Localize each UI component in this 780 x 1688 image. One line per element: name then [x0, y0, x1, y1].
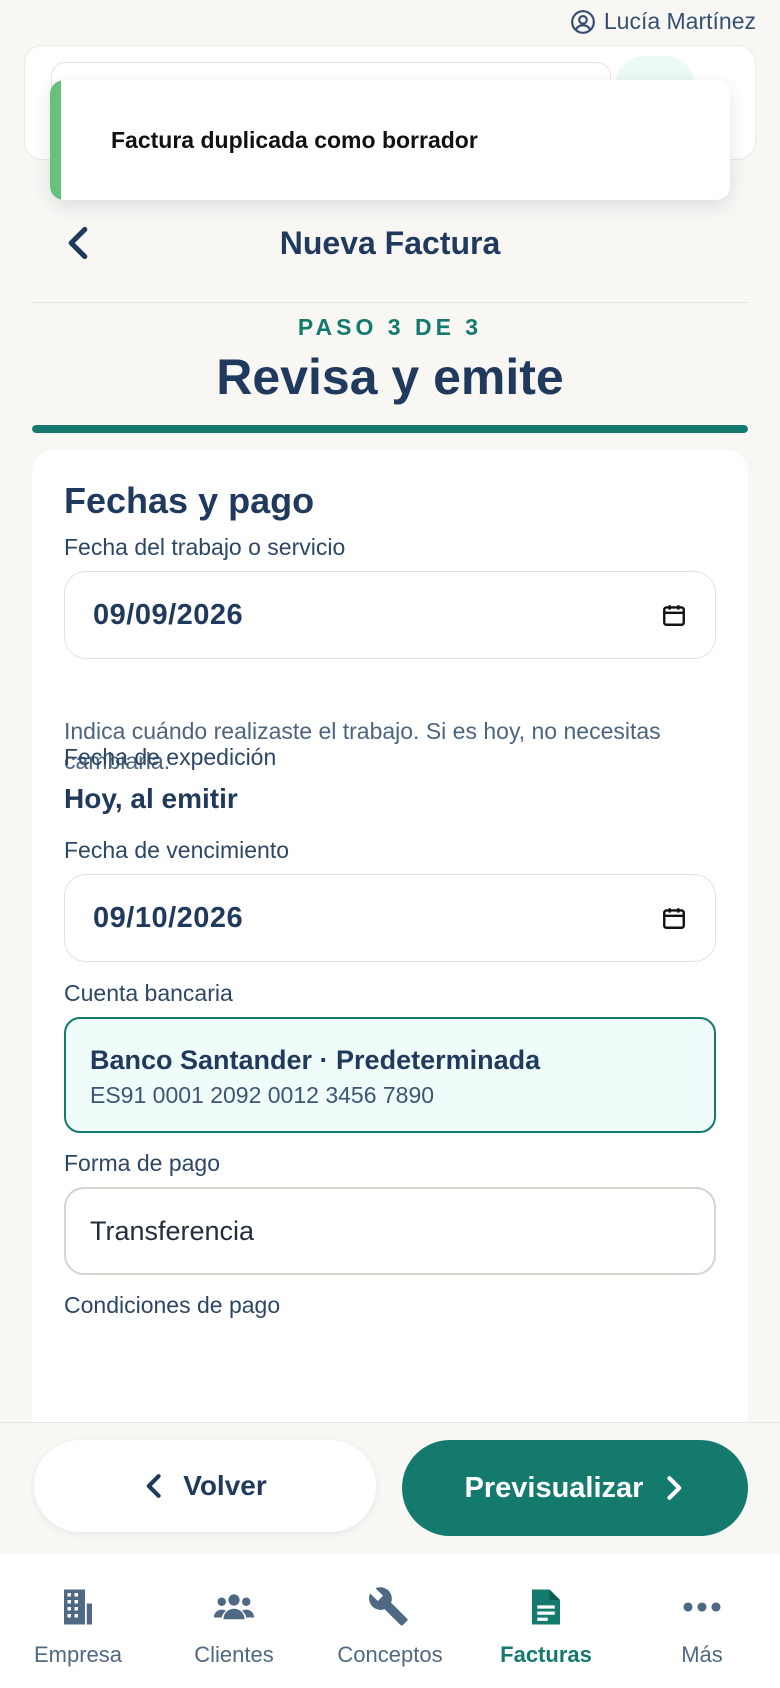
service-date-value: 09/09/2026 [93, 598, 244, 631]
due-date-label: Fecha de vencimiento [64, 837, 290, 863]
due-date-value: 09/10/2026 [93, 901, 244, 934]
toast-stripe [50, 80, 61, 200]
service-date-input[interactable]: 09/09/2026 [64, 571, 716, 659]
payment-terms-label: Condiciones de pago [64, 1292, 281, 1318]
payment-method-label: Forma de pago [64, 1150, 220, 1176]
user-menu[interactable]: Lucía Martínez [570, 8, 756, 35]
step-label: PASO 3 DE 3 [297, 314, 483, 340]
payment-method-value: Transferencia [90, 1215, 255, 1246]
progress-fill [32, 425, 748, 433]
calendar-icon[interactable] [661, 905, 687, 931]
preview-label: Previsualizar [464, 1471, 644, 1504]
nav-label: Empresa [33, 1642, 123, 1667]
step-title: Revisa y emite [216, 349, 564, 405]
chevron-left-icon [146, 1474, 161, 1498]
user-name: Lucía Martínez [603, 8, 756, 34]
nav-item-mas[interactable]: Más [624, 1554, 780, 1688]
nav-label: Más [681, 1642, 723, 1667]
nav-label: Conceptos [337, 1642, 443, 1667]
issue-date-label: Fecha de expedición [64, 744, 277, 770]
bank-name: Banco Santander · Predeterminada [90, 1045, 541, 1075]
page-header: Nueva Factura [32, 205, 748, 303]
section-title: Fechas y pago [64, 480, 315, 521]
bank-account-label: Cuenta bancaria [64, 980, 233, 1006]
dates-payment-card: Fechas y pago Fecha del trabajo o servic… [32, 450, 748, 1450]
nav-item-conceptos[interactable]: Conceptos [312, 1554, 468, 1688]
due-date-input[interactable]: 09/10/2026 [64, 874, 716, 962]
bottom-nav: Empresa Clientes Conceptos Facturas Más [0, 1554, 780, 1688]
nav-item-facturas[interactable]: Facturas [468, 1554, 624, 1688]
payment-method-select[interactable]: Transferencia [64, 1187, 716, 1275]
chevron-right-icon [667, 1476, 682, 1500]
user-circle-icon [570, 9, 595, 34]
building-icon [64, 1589, 92, 1625]
wrench-icon [369, 1587, 408, 1626]
nav-label: Clientes [194, 1642, 274, 1667]
bank-iban: ES91 0001 2092 0012 3456 7890 [90, 1082, 435, 1108]
action-bar: Volver Previsualizar [0, 1422, 780, 1554]
nav-label: Facturas [500, 1642, 592, 1667]
calendar-icon[interactable] [661, 602, 687, 628]
preview-button[interactable]: Previsualizar [402, 1440, 748, 1536]
toast-message: Factura duplicada como borrador [111, 126, 478, 153]
document-icon [532, 1589, 560, 1625]
back-step-label: Volver [183, 1470, 267, 1501]
back-step-button[interactable]: Volver [34, 1440, 376, 1532]
toast-notification: Factura duplicada como borrador [50, 80, 730, 200]
issue-date-value: Hoy, al emitir [64, 783, 238, 814]
app-root: Lucía Martínez Factura duplicada como bo… [0, 0, 780, 1688]
page-title: Nueva Factura [279, 225, 501, 261]
bank-account-option[interactable]: Banco Santander · Predeterminada ES91 00… [64, 1017, 716, 1133]
progress-bar [32, 425, 748, 433]
more-dots-icon [683, 1602, 721, 1612]
nav-item-empresa[interactable]: Empresa [0, 1554, 156, 1688]
users-icon [213, 1594, 255, 1620]
nav-item-clientes[interactable]: Clientes [156, 1554, 312, 1688]
service-date-label: Fecha del trabajo o servicio [64, 534, 346, 560]
